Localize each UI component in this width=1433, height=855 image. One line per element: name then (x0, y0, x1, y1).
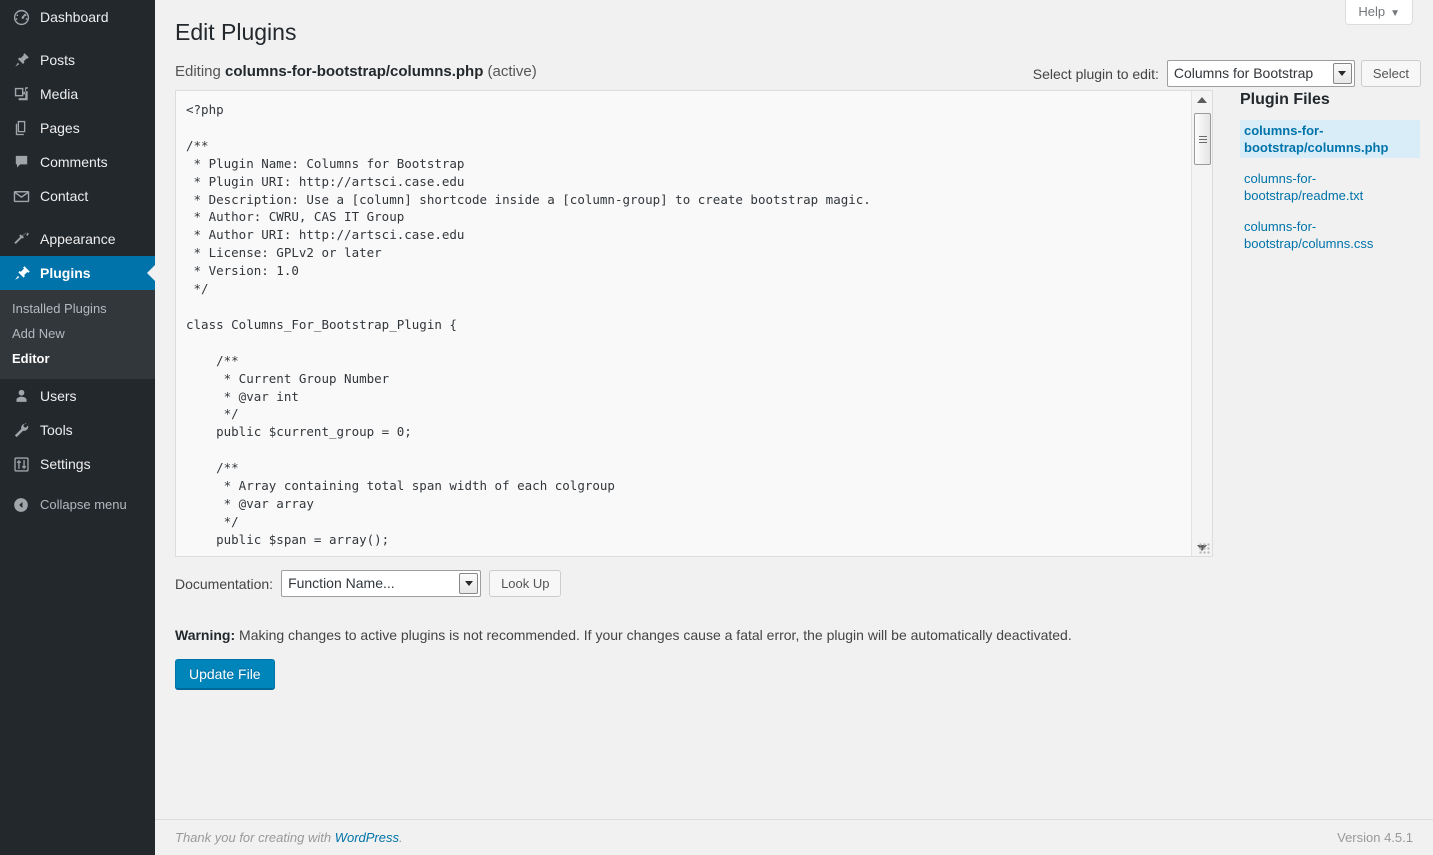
sidebar-item-users[interactable]: Users (0, 379, 155, 413)
menu-separator (0, 213, 155, 222)
sidebar-item-posts[interactable]: Posts (0, 43, 155, 77)
envelope-icon (11, 186, 31, 206)
sidebar-item-contact[interactable]: Contact (0, 179, 155, 213)
documentation-select[interactable]: Function Name... (281, 570, 482, 597)
plug-icon (11, 263, 31, 283)
plugin-files-panel: Plugin Files columns-for-bootstrap/colum… (1240, 90, 1420, 264)
sidebar-item-settings[interactable]: Settings (0, 447, 155, 481)
documentation-select-wrapper: Function Name... (281, 570, 482, 597)
collapse-menu-label: Collapse menu (40, 497, 127, 512)
chevron-down-icon: ▼ (1390, 8, 1400, 19)
menu-separator (0, 34, 155, 43)
sidebar-item-label: Media (40, 86, 79, 102)
list-item[interactable]: columns-for-bootstrap/readme.txt (1240, 168, 1420, 206)
footer: Thank you for creating with WordPress. V… (155, 819, 1433, 855)
sidebar-item-label: Pages (40, 120, 80, 136)
submit-row: Update File (175, 659, 275, 689)
editing-status: (active) (487, 63, 537, 80)
submenu-item-installed-plugins[interactable]: Installed Plugins (0, 296, 155, 321)
sidebar-item-label: Settings (40, 456, 91, 472)
page-title: Edit Plugins (175, 19, 297, 45)
collapse-arrow-icon (11, 495, 31, 515)
look-up-button[interactable]: Look Up (489, 570, 562, 597)
sidebar-item-comments[interactable]: Comments (0, 145, 155, 179)
scroll-up-arrow-icon[interactable] (1192, 91, 1212, 108)
warning-text: Making changes to active plugins is not … (235, 627, 1072, 643)
sidebar-item-dashboard[interactable]: Dashboard (0, 0, 155, 34)
wrench-icon (11, 420, 31, 440)
sidebar-item-label: Plugins (40, 265, 91, 281)
plugin-select[interactable]: Columns for Bootstrap (1166, 60, 1355, 87)
documentation-row: Documentation: Function Name... Look Up (175, 570, 562, 597)
scroll-down-arrow-icon[interactable] (1192, 539, 1212, 556)
help-tab-button[interactable]: Help ▼ (1345, 0, 1413, 25)
sidebar-item-media[interactable]: Media (0, 77, 155, 111)
plugin-file-link[interactable]: columns-for-bootstrap/columns.css (1240, 216, 1420, 254)
plugin-file-link[interactable]: columns-for-bootstrap/readme.txt (1240, 168, 1420, 206)
editing-prefix: Editing (175, 63, 221, 80)
list-item[interactable]: columns-for-bootstrap/columns.css (1240, 216, 1420, 254)
editor-scrollbar[interactable] (1191, 91, 1212, 556)
help-tab-label: Help (1358, 4, 1386, 19)
admin-sidebar-menu: Dashboard Posts Media Pages Comments Con… (0, 0, 155, 855)
plugin-selector: Select plugin to edit: Columns for Boots… (1033, 60, 1421, 87)
sidebar-item-plugins[interactable]: Plugins (0, 256, 155, 290)
submenu-item-editor[interactable]: Editor (0, 346, 155, 371)
dashboard-icon (11, 7, 31, 27)
sidebar-item-appearance[interactable]: Appearance (0, 222, 155, 256)
wordpress-link[interactable]: WordPress (335, 830, 399, 845)
warning-label: Warning: (175, 627, 236, 643)
pin-icon (11, 50, 31, 70)
documentation-label: Documentation: (175, 575, 274, 592)
sidebar-item-pages[interactable]: Pages (0, 111, 155, 145)
plugin-files-heading: Plugin Files (1240, 91, 1330, 108)
sidebar-item-label: Appearance (40, 231, 116, 247)
sidebar-item-label: Contact (40, 188, 89, 204)
plugin-files-list: columns-for-bootstrap/columns.php column… (1240, 120, 1420, 254)
footer-thanks-prefix: Thank you for creating with (175, 830, 335, 845)
sidebar-item-label: Dashboard (40, 9, 109, 25)
editing-filename: columns-for-bootstrap/columns.php (225, 63, 484, 80)
scrollbar-thumb[interactable] (1194, 113, 1211, 165)
update-file-button[interactable]: Update File (175, 659, 275, 689)
sidebar-item-label: Comments (40, 154, 108, 170)
collapse-menu-button[interactable]: Collapse menu (0, 488, 155, 522)
footer-thanks-suffix: . (399, 830, 403, 845)
plugin-file-link[interactable]: columns-for-bootstrap/columns.php (1240, 120, 1420, 158)
footer-thanks: Thank you for creating with WordPress. (175, 830, 403, 845)
sidebar-item-tools[interactable]: Tools (0, 413, 155, 447)
code-editor-panel: <?php /** * Plugin Name: Columns for Boo… (175, 90, 1213, 557)
footer-version: Version 4.5.1 (1337, 830, 1413, 845)
submenu-item-add-new[interactable]: Add New (0, 321, 155, 346)
settings-icon (11, 454, 31, 474)
list-item[interactable]: columns-for-bootstrap/columns.php (1240, 120, 1420, 158)
editing-file-line: Editing columns-for-bootstrap/columns.ph… (175, 62, 537, 82)
plugin-select-wrapper: Columns for Bootstrap (1166, 60, 1355, 87)
select-plugin-button[interactable]: Select (1360, 60, 1421, 87)
warning-message: Warning: Making changes to active plugin… (175, 626, 1072, 645)
plugins-submenu: Installed Plugins Add New Editor (0, 290, 155, 379)
code-editor-textarea[interactable]: <?php /** * Plugin Name: Columns for Boo… (176, 91, 1192, 556)
sidebar-item-label: Posts (40, 52, 76, 68)
media-icon (11, 84, 31, 104)
user-icon (11, 386, 31, 406)
comment-icon (11, 152, 31, 172)
main-content-area: Help ▼ Edit Plugins Editing columns-for-b… (155, 0, 1433, 855)
pages-icon (11, 118, 31, 138)
paintbrush-icon (11, 229, 31, 249)
screen-meta-links: Help ▼ (1345, 0, 1413, 25)
sidebar-item-label: Users (40, 388, 77, 404)
sidebar-item-label: Tools (40, 422, 73, 438)
plugin-selector-label: Select plugin to edit: (1032, 65, 1159, 82)
